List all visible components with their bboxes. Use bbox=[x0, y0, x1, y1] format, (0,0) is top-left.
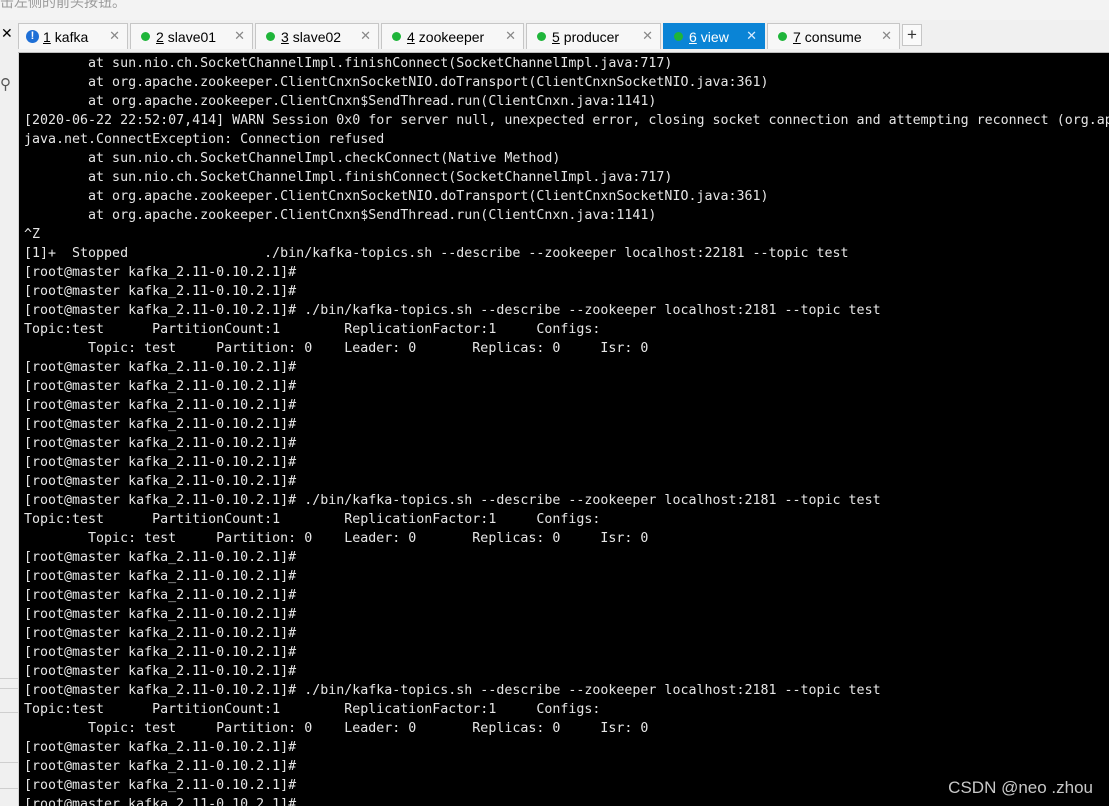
sidebar-divider bbox=[0, 688, 18, 689]
terminal-output[interactable]: at sun.nio.ch.SocketChannelImpl.finishCo… bbox=[19, 53, 1109, 806]
terminal-line: at org.apache.zookeeper.ClientCnxn$SendT… bbox=[24, 208, 657, 223]
terminal-line: [root@master kafka_2.11-0.10.2.1]# ./bin… bbox=[24, 683, 881, 698]
terminal-line: [root@master kafka_2.11-0.10.2.1]# bbox=[24, 588, 297, 603]
terminal-line: [root@master kafka_2.11-0.10.2.1]# bbox=[24, 759, 297, 774]
close-icon[interactable]: ✕ bbox=[746, 28, 757, 44]
tab-view[interactable]: 6 view ✕ bbox=[663, 23, 765, 49]
terminal-line: [root@master kafka_2.11-0.10.2.1]# bbox=[24, 778, 297, 793]
terminal-line: [root@master kafka_2.11-0.10.2.1]# bbox=[24, 474, 297, 489]
terminal-line: Topic: test Partition: 0 Leader: 0 Repli… bbox=[24, 721, 649, 736]
terminal-line: at org.apache.zookeeper.ClientCnxnSocket… bbox=[24, 75, 769, 90]
sidebar-divider bbox=[0, 712, 18, 713]
terminal-line: at sun.nio.ch.SocketChannelImpl.finishCo… bbox=[24, 56, 673, 71]
terminal-line: Topic: test Partition: 0 Leader: 0 Repli… bbox=[24, 531, 649, 546]
terminal-line: [1]+ Stopped ./bin/kafka-topics.sh --des… bbox=[24, 246, 849, 261]
top-hint-bar: 击左侧的前头按钮。 bbox=[0, 0, 1109, 20]
tab-label: zookeeper bbox=[418, 28, 485, 45]
terminal-line: Topic:test PartitionCount:1 ReplicationF… bbox=[24, 322, 601, 337]
top-hint-text: 击左侧的前头按钮。 bbox=[0, 0, 126, 10]
close-icon[interactable]: ✕ bbox=[234, 28, 245, 44]
tab-kafka[interactable]: ! 1 kafka ✕ bbox=[18, 23, 128, 49]
status-dot-icon bbox=[674, 32, 683, 41]
terminal-pane[interactable]: at sun.nio.ch.SocketChannelImpl.finishCo… bbox=[19, 53, 1109, 806]
terminal-line: java.net.ConnectException: Connection re… bbox=[24, 132, 385, 147]
terminal-line: at org.apache.zookeeper.ClientCnxn$SendT… bbox=[24, 94, 657, 109]
status-dot-icon bbox=[778, 32, 787, 41]
tab-number: 5 bbox=[552, 28, 560, 45]
tab-label: slave02 bbox=[292, 28, 342, 45]
terminal-line: at org.apache.zookeeper.ClientCnxnSocket… bbox=[24, 189, 769, 204]
terminal-line: [root@master kafka_2.11-0.10.2.1]# bbox=[24, 550, 297, 565]
terminal-line: [root@master kafka_2.11-0.10.2.1]# bbox=[24, 417, 297, 432]
terminal-line: [2020-06-22 22:52:07,414] WARN Session 0… bbox=[24, 113, 1109, 128]
session-tab-bar: ! 1 kafka ✕ 2 slave01 ✕ 3 slave02 ✕ 4 zo… bbox=[18, 20, 1109, 53]
terminal-line: [root@master kafka_2.11-0.10.2.1]# bbox=[24, 645, 297, 660]
status-dot-icon bbox=[392, 32, 401, 41]
tab-number: 4 bbox=[407, 28, 415, 45]
terminal-line: ^Z bbox=[24, 227, 41, 242]
terminal-line: [root@master kafka_2.11-0.10.2.1]# bbox=[24, 664, 297, 679]
tab-label: kafka bbox=[54, 28, 89, 45]
terminal-line: [root@master kafka_2.11-0.10.2.1]# bbox=[24, 436, 297, 451]
tab-slave01[interactable]: 2 slave01 ✕ bbox=[130, 23, 253, 49]
terminal-line: [root@master kafka_2.11-0.10.2.1]# bbox=[24, 569, 297, 584]
terminal-line: Topic:test PartitionCount:1 ReplicationF… bbox=[24, 702, 601, 717]
watermark: CSDN @neo .zhou bbox=[948, 778, 1093, 797]
tab-consume[interactable]: 7 consume ✕ bbox=[767, 23, 900, 49]
terminal-line: [root@master kafka_2.11-0.10.2.1]# bbox=[24, 284, 297, 299]
status-dot-icon bbox=[266, 32, 275, 41]
close-icon[interactable]: ✕ bbox=[505, 28, 516, 44]
tab-slave02[interactable]: 3 slave02 ✕ bbox=[255, 23, 379, 49]
add-tab-button[interactable]: + bbox=[902, 24, 922, 46]
tab-producer[interactable]: 5 producer ✕ bbox=[526, 23, 661, 49]
tab-label: view bbox=[700, 28, 729, 45]
terminal-line: [root@master kafka_2.11-0.10.2.1]# ./bin… bbox=[24, 493, 881, 508]
terminal-line: [root@master kafka_2.11-0.10.2.1]# bbox=[24, 265, 297, 280]
terminal-line: Topic:test PartitionCount:1 ReplicationF… bbox=[24, 512, 601, 527]
terminal-line: at sun.nio.ch.SocketChannelImpl.checkCon… bbox=[24, 151, 561, 166]
session-sidebar: ✕ ⚲ bbox=[0, 20, 19, 806]
sidebar-divider bbox=[0, 762, 18, 763]
close-icon[interactable]: ✕ bbox=[109, 28, 120, 44]
sidebar-divider bbox=[0, 678, 18, 679]
tab-label: slave01 bbox=[167, 28, 217, 45]
warning-icon: ! bbox=[26, 30, 39, 43]
terminal-line: [root@master kafka_2.11-0.10.2.1]# ./bin… bbox=[24, 303, 881, 318]
tab-label: consume bbox=[804, 28, 862, 45]
terminal-line: [root@master kafka_2.11-0.10.2.1]# bbox=[24, 740, 297, 755]
sidebar-divider bbox=[0, 788, 18, 789]
close-icon[interactable]: ✕ bbox=[360, 28, 371, 44]
tab-label: producer bbox=[563, 28, 620, 45]
status-dot-icon bbox=[141, 32, 150, 41]
status-dot-icon bbox=[537, 32, 546, 41]
tab-zookeeper[interactable]: 4 zookeeper ✕ bbox=[381, 23, 524, 49]
terminal-line: Topic: test Partition: 0 Leader: 0 Repli… bbox=[24, 341, 649, 356]
tab-number: 7 bbox=[793, 28, 801, 45]
close-icon[interactable]: ✕ bbox=[642, 28, 653, 44]
terminal-line: [root@master kafka_2.11-0.10.2.1]# bbox=[24, 398, 297, 413]
terminal-line: [root@master kafka_2.11-0.10.2.1]# bbox=[24, 626, 297, 641]
tab-number: 6 bbox=[689, 28, 697, 45]
tab-number: 2 bbox=[156, 28, 164, 45]
tab-number: 1 bbox=[43, 28, 51, 45]
terminal-line: [root@master kafka_2.11-0.10.2.1]# bbox=[24, 607, 297, 622]
plus-icon: + bbox=[907, 25, 917, 44]
close-icon[interactable]: ✕ bbox=[1, 25, 13, 42]
terminal-line: [root@master kafka_2.11-0.10.2.1]# bbox=[24, 455, 297, 470]
terminal-line: [root@master kafka_2.11-0.10.2.1]# bbox=[24, 797, 297, 806]
terminal-line: at sun.nio.ch.SocketChannelImpl.finishCo… bbox=[24, 170, 673, 185]
terminal-line: [root@master kafka_2.11-0.10.2.1]# bbox=[24, 360, 297, 375]
close-icon[interactable]: ✕ bbox=[881, 28, 892, 44]
tab-number: 3 bbox=[281, 28, 289, 45]
search-icon[interactable]: ⚲ bbox=[0, 75, 11, 93]
terminal-line: [root@master kafka_2.11-0.10.2.1]# bbox=[24, 379, 297, 394]
